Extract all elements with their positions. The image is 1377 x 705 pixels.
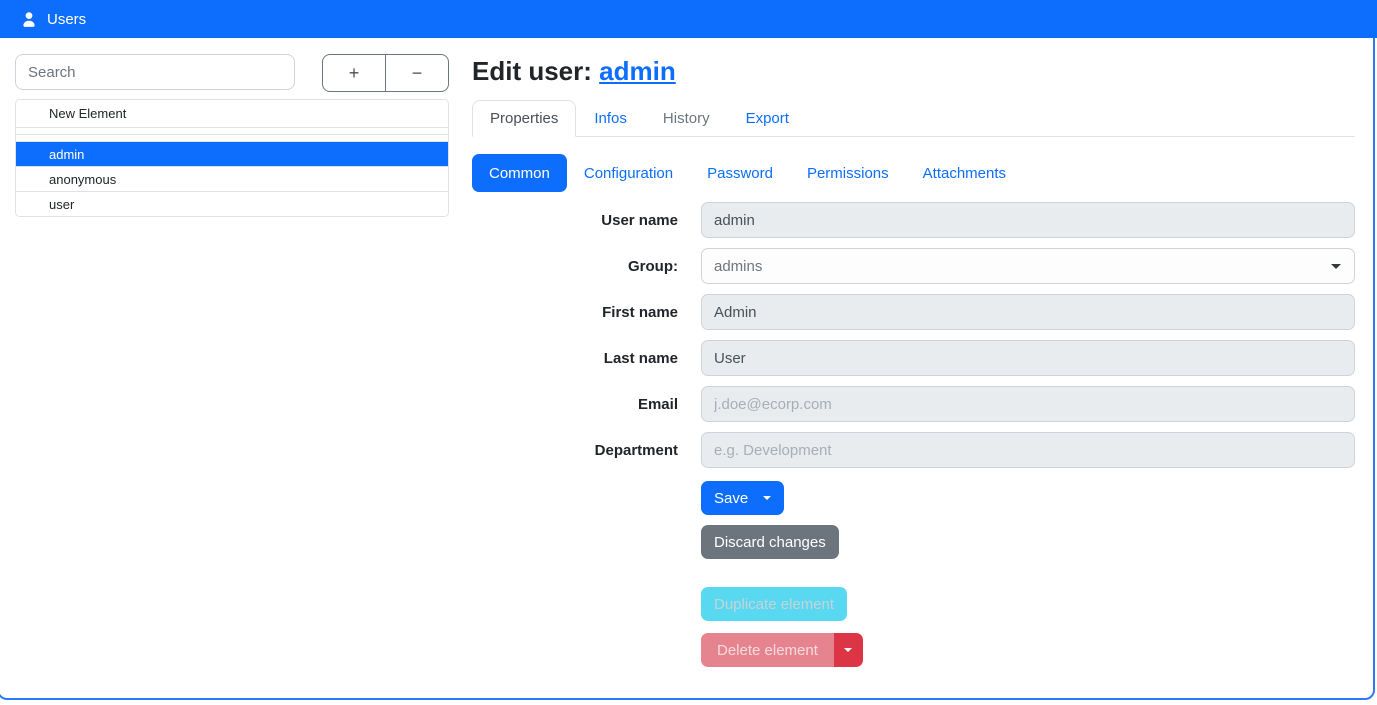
tab-bar: Properties Infos History Export: [472, 100, 1355, 137]
department-label: Department: [472, 442, 678, 459]
tab-history[interactable]: History: [645, 100, 728, 137]
list-item-spacer[interactable]: [16, 134, 448, 141]
form-row: First name: [472, 294, 1355, 330]
group-select[interactable]: admins: [701, 248, 1355, 284]
username-label: User name: [472, 212, 678, 229]
list-item-spacer[interactable]: [16, 127, 448, 134]
form-row: Email: [472, 386, 1355, 422]
email-field[interactable]: [701, 386, 1355, 422]
list-item-admin[interactable]: admin: [16, 141, 448, 166]
user-icon: [20, 10, 38, 28]
app-title: Users: [47, 11, 86, 28]
list-item-user[interactable]: user: [16, 191, 448, 216]
discard-changes-button[interactable]: Discard changes: [701, 525, 839, 559]
form-row: Department: [472, 432, 1355, 468]
lastname-label: Last name: [472, 350, 678, 367]
list-edit-button-group: + −: [322, 54, 449, 92]
subtab-common[interactable]: Common: [472, 154, 567, 192]
subtab-bar: Common Configuration Password Permission…: [472, 154, 1355, 192]
top-navbar: Users: [0, 0, 1377, 38]
form-row: User name: [472, 202, 1355, 238]
subtab-permissions[interactable]: Permissions: [790, 154, 906, 192]
page-title-prefix: Edit user:: [472, 56, 599, 86]
tab-export[interactable]: Export: [728, 100, 807, 137]
save-button-label: Save: [714, 490, 748, 507]
firstname-field[interactable]: [701, 294, 1355, 330]
group-label: Group:: [472, 258, 678, 275]
delete-element-button[interactable]: Delete element: [701, 633, 834, 667]
search-input[interactable]: [15, 54, 295, 90]
chevron-down-icon: [1331, 264, 1341, 269]
subtab-password[interactable]: Password: [690, 154, 790, 192]
delete-dropdown-toggle[interactable]: [834, 633, 863, 667]
sidebar-controls: + −: [15, 54, 449, 92]
subtab-configuration[interactable]: Configuration: [567, 154, 690, 192]
form-row: Last name: [472, 340, 1355, 376]
delete-dropdown-caret-icon: [844, 648, 852, 652]
list-item-anonymous[interactable]: anonymous: [16, 166, 448, 191]
add-element-button[interactable]: +: [322, 54, 386, 92]
group-select-value: admins: [714, 258, 762, 275]
sidebar: + − New Element admin anonymous user: [0, 38, 452, 698]
remove-element-button[interactable]: −: [385, 54, 449, 92]
list-item-new-element[interactable]: New Element: [16, 100, 448, 127]
lastname-field[interactable]: [701, 340, 1355, 376]
tab-properties[interactable]: Properties: [472, 100, 576, 137]
page-title: Edit user: admin: [472, 56, 1355, 86]
username-field[interactable]: [701, 202, 1355, 238]
department-field[interactable]: [701, 432, 1355, 468]
main-content: Edit user: admin Properties Infos Histor…: [452, 38, 1373, 698]
page-container: + − New Element admin anonymous user Edi…: [0, 38, 1375, 700]
delete-split-button: Delete element: [701, 633, 863, 667]
action-buttons: Save Discard changes Duplicate element D…: [701, 481, 1355, 667]
subtab-attachments[interactable]: Attachments: [906, 154, 1023, 192]
save-button[interactable]: Save: [701, 481, 784, 515]
user-list: New Element admin anonymous user: [15, 99, 449, 217]
save-dropdown-caret-icon[interactable]: [763, 496, 771, 500]
duplicate-element-button[interactable]: Duplicate element: [701, 587, 847, 621]
tab-infos[interactable]: Infos: [576, 100, 645, 137]
edited-user-link[interactable]: admin: [599, 56, 676, 86]
email-label: Email: [472, 396, 678, 413]
form-row: Group: admins: [472, 248, 1355, 284]
user-form: User name Group: admins First name: [472, 202, 1355, 468]
firstname-label: First name: [472, 304, 678, 321]
